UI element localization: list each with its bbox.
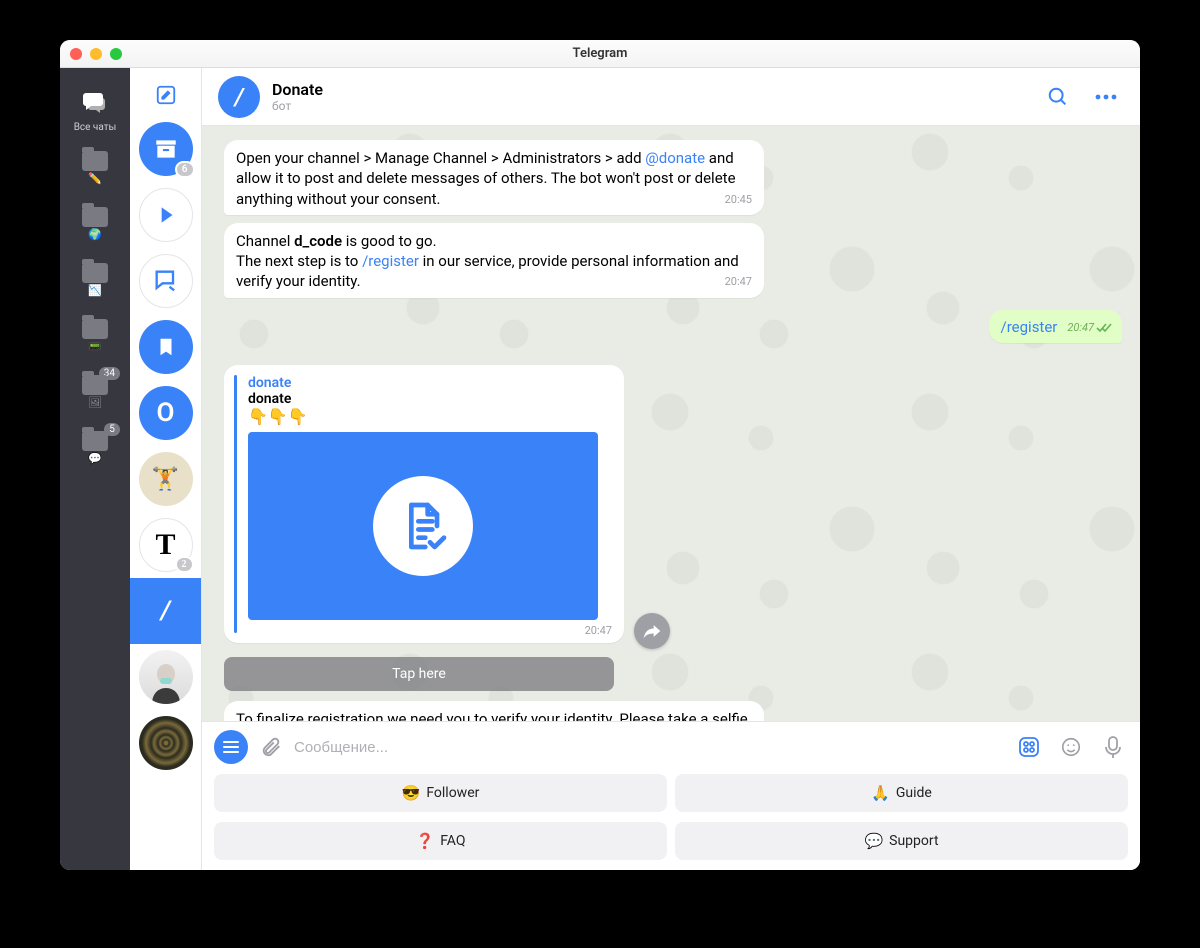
message-time: 20:47 [1067, 321, 1112, 336]
keyboard-button-follower[interactable]: 😎 Follower [214, 774, 667, 812]
chat-item[interactable]: 🏋️ [130, 446, 202, 512]
chat-subtitle: бот [272, 99, 323, 113]
message-input[interactable] [294, 739, 1002, 756]
chat-avatar[interactable]: / [218, 76, 260, 118]
chat-item[interactable] [130, 182, 202, 248]
window-title: Telegram [60, 46, 1140, 61]
message-time: 20:47 [248, 624, 612, 637]
mention-link[interactable]: @donate [645, 149, 705, 167]
message-text: Open your channel > Manage Channel > Adm… [236, 149, 645, 167]
messages-scroll[interactable]: Open your channel > Manage Channel > Adm… [202, 126, 1140, 721]
folder-emoji: 🌍 [88, 229, 102, 240]
folder-item[interactable]: ✏️ [60, 139, 130, 195]
window-controls [70, 48, 122, 60]
keyboard-button-support[interactable]: 💬 Support [675, 822, 1128, 860]
command-link[interactable]: /register [362, 252, 419, 270]
webpage-card[interactable]: donate donate 👇👇👇 [224, 365, 624, 643]
folder-icon [82, 319, 108, 339]
message-time: 20:45 [725, 193, 752, 208]
keyboard-label: Support [889, 833, 938, 849]
chat-header[interactable]: / Donate бот [202, 68, 1140, 126]
folder-icon [82, 375, 108, 395]
message-in[interactable]: To finalize registration we need you to … [224, 701, 764, 721]
compose-button[interactable] [137, 74, 195, 116]
all-chats-folder[interactable]: Все чаты [60, 82, 130, 133]
unread-badge: 6 [175, 161, 195, 178]
message-text: To finalize registration we need you to … [236, 710, 748, 721]
search-button[interactable] [1040, 79, 1076, 115]
folder-emoji: 🖼 [88, 397, 102, 408]
message-time: 20:47 [725, 275, 752, 290]
minimize-window-button[interactable] [90, 48, 102, 60]
card-site-name: donate [248, 375, 612, 391]
emoji-icon: 😎 [402, 784, 421, 802]
emoji-button[interactable] [1056, 732, 1086, 762]
message-bold: d_code [294, 232, 342, 250]
folder-item[interactable]: 📟 [60, 307, 130, 363]
message-text: Channel [236, 232, 294, 250]
folder-icon [82, 207, 108, 227]
more-button[interactable] [1088, 79, 1124, 115]
card-accent [234, 375, 237, 633]
app-window: Telegram Все чаты ✏️ 🌍 📉 [60, 40, 1140, 870]
folder-icon [82, 431, 108, 451]
titlebar: Telegram [60, 40, 1140, 68]
message-out[interactable]: /register 20:47 [989, 310, 1122, 343]
unread-badge: 2 [175, 556, 194, 573]
keyboard-label: FAQ [440, 833, 465, 849]
chat-item[interactable] [130, 710, 202, 776]
emoji-icon: 💬 [864, 832, 883, 850]
document-check-icon [373, 476, 473, 576]
folder-emoji: 💬 [88, 453, 102, 464]
zoom-window-button[interactable] [110, 48, 122, 60]
folder-icon [82, 263, 108, 283]
chats-icon [60, 82, 130, 122]
message-text: /register [1001, 318, 1058, 336]
folder-column: Все чаты ✏️ 🌍 📉 📟 34 🖼 [60, 68, 130, 870]
chat-item[interactable]: T 2 [130, 512, 202, 578]
message-text: is good to go. [342, 232, 437, 250]
inline-button-tap-here[interactable]: Tap here [224, 657, 614, 691]
emoji-icon: 🙏 [871, 784, 890, 802]
voice-button[interactable] [1098, 732, 1128, 762]
folder-item[interactable]: 🌍 [60, 195, 130, 251]
all-chats-label: Все чаты [74, 122, 117, 133]
chat-item-archive[interactable]: 6 [130, 116, 202, 182]
folder-icon [82, 151, 108, 171]
sticker-panel-button[interactable] [1014, 732, 1044, 762]
keyboard-label: Follower [426, 785, 479, 801]
chat-item[interactable] [130, 248, 202, 314]
message-text: The next step is to [236, 252, 362, 270]
card-title: donate [248, 391, 612, 407]
folder-item[interactable]: 34 🖼 [60, 363, 130, 419]
folder-item[interactable]: 📉 [60, 251, 130, 307]
avatar-letter: О [157, 398, 175, 428]
bot-menu-button[interactable] [214, 730, 248, 764]
message-in[interactable]: Open your channel > Manage Channel > Adm… [224, 140, 764, 215]
share-button[interactable] [634, 613, 670, 649]
keyboard-button-guide[interactable]: 🙏 Guide [675, 774, 1128, 812]
folder-emoji: 📟 [88, 341, 102, 352]
chat-pane: / Donate бот Open your channel > Manage … [202, 68, 1140, 870]
close-window-button[interactable] [70, 48, 82, 60]
card-emojis: 👇👇👇 [248, 407, 612, 426]
chat-item[interactable]: О [130, 380, 202, 446]
chat-list: 6 О 🏋️ [130, 68, 202, 870]
card-image[interactable] [248, 432, 598, 620]
chat-item-donate[interactable]: / [130, 578, 202, 644]
message-in[interactable]: Channel d_code is good to go. The next s… [224, 223, 764, 298]
input-area: 😎 Follower 🙏 Guide ❓ FAQ 💬 Support [202, 721, 1140, 870]
chat-title: Donate [272, 80, 323, 99]
folder-emoji: 📉 [88, 285, 102, 296]
folder-emoji: ✏️ [88, 173, 102, 184]
attach-button[interactable] [260, 736, 282, 758]
chat-item[interactable] [130, 644, 202, 710]
chat-item-saved[interactable] [130, 314, 202, 380]
emoji-icon: ❓ [416, 832, 435, 850]
keyboard-button-faq[interactable]: ❓ FAQ [214, 822, 667, 860]
keyboard-label: Guide [896, 785, 932, 801]
folder-item[interactable]: 5 💬 [60, 419, 130, 475]
